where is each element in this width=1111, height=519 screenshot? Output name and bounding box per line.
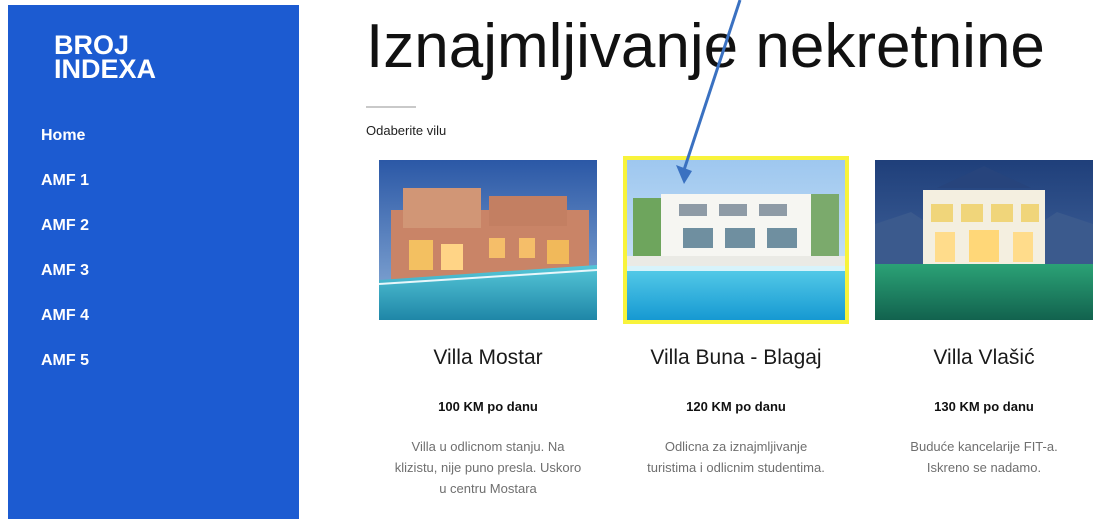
- sidebar-item-amf-2[interactable]: AMF 2: [41, 213, 89, 258]
- villa-image: [627, 160, 845, 320]
- villa-image: [379, 160, 597, 320]
- sidebar-nav: Home AMF 1 AMF 2 AMF 3 AMF 4 AMF 5: [41, 123, 89, 393]
- brand-logo-text[interactable]: BROJ INDEXA: [54, 32, 214, 84]
- villa-name: Villa Mostar: [433, 346, 543, 369]
- villa-name: Villa Vlašić: [933, 346, 1035, 369]
- brand-line-2: INDEXA: [54, 54, 157, 84]
- sidebar-item-amf-1[interactable]: AMF 1: [41, 168, 89, 213]
- villa-name: Villa Buna - Blagaj: [650, 346, 822, 369]
- sidebar-item-amf-4[interactable]: AMF 4: [41, 303, 89, 348]
- title-divider: [366, 106, 416, 108]
- villa-card[interactable]: Villa Mostar 100 KM po danu Villa u odli…: [375, 160, 601, 499]
- sidebar-item-amf-3[interactable]: AMF 3: [41, 258, 89, 303]
- page-title: Iznajmljivanje nekretnine: [366, 12, 1045, 81]
- villa-description: Villa u odlicnom stanju. Na klizistu, ni…: [394, 439, 582, 496]
- sidebar: BROJ INDEXA Home AMF 1 AMF 2 AMF 3 AMF 4…: [8, 5, 299, 519]
- villa-card[interactable]: Villa Buna - Blagaj 120 KM po danu Odlic…: [623, 156, 849, 478]
- villa-photo-buna-blagaj[interactable]: [623, 156, 849, 324]
- villa-price: 130 KM po danu: [934, 399, 1034, 414]
- villa-image: [875, 160, 1093, 320]
- villa-description: Odlicna za iznajmljivanje turistima i od…: [647, 439, 825, 475]
- villa-description: Buduće kancelarije FIT-a. Iskreno se nad…: [910, 439, 1058, 475]
- section-subtitle: Odaberite vilu: [366, 123, 447, 138]
- villa-photo-mostar[interactable]: [379, 160, 597, 320]
- villa-card[interactable]: Villa Vlašić 130 KM po danu Buduće kance…: [871, 160, 1097, 478]
- villa-photo-vlasic[interactable]: [875, 160, 1093, 320]
- villa-price: 120 KM po danu: [686, 399, 786, 414]
- villa-price: 100 KM po danu: [438, 399, 538, 414]
- sidebar-item-home[interactable]: Home: [41, 123, 89, 168]
- sidebar-item-amf-5[interactable]: AMF 5: [41, 348, 89, 393]
- page: BROJ INDEXA Home AMF 1 AMF 2 AMF 3 AMF 4…: [0, 0, 1111, 519]
